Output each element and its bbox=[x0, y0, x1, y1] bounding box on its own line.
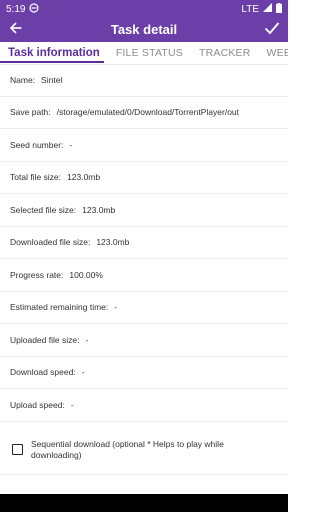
info-row-save-path: Save path: /storage/emulated/0/Download/… bbox=[0, 97, 288, 129]
info-label: Downloaded file size: bbox=[10, 237, 91, 248]
sequential-download-checkbox[interactable] bbox=[12, 444, 23, 455]
info-label: Name: bbox=[10, 74, 36, 85]
app-bar: Task detail bbox=[0, 18, 288, 42]
info-row-uploaded-file-size: Uploaded file size: - bbox=[0, 324, 288, 357]
info-row-estimated-remaining-time: Estimated remaining time: - bbox=[0, 292, 288, 324]
info-value: - bbox=[69, 139, 73, 150]
info-label: Download speed: bbox=[10, 367, 76, 378]
info-value: 123.0mb bbox=[67, 172, 101, 183]
info-value: Sintel bbox=[41, 74, 63, 85]
info-label: Selected file size: bbox=[10, 204, 77, 215]
info-label: Uploaded file size: bbox=[10, 334, 80, 345]
info-row-seed-number: Seed number: - bbox=[0, 129, 288, 162]
system-nav-bar bbox=[0, 494, 288, 512]
info-label: Progress rate: bbox=[10, 269, 64, 280]
screen: 5:19 LTE Task detail Task information FI… bbox=[0, 0, 288, 512]
info-row-upload-speed: Upload speed: - bbox=[0, 389, 288, 422]
sequential-download-label: Sequential download (optional * Helps to… bbox=[31, 438, 224, 460]
info-value: - bbox=[85, 334, 89, 345]
info-value: - bbox=[81, 367, 85, 378]
info-value: 123.0mb bbox=[96, 237, 130, 248]
battery-icon bbox=[276, 2, 282, 16]
sync-icon bbox=[29, 2, 40, 16]
check-icon bbox=[264, 21, 280, 40]
back-button[interactable] bbox=[2, 18, 30, 42]
status-left: 5:19 bbox=[6, 2, 40, 16]
info-row-progress-rate: Progress rate: 100.00% bbox=[0, 259, 288, 292]
status-bar: 5:19 LTE bbox=[0, 0, 288, 18]
info-row-name: Name: Sintel bbox=[0, 64, 288, 97]
info-row-download-speed: Download speed: - bbox=[0, 357, 288, 389]
tab-file-status[interactable]: FILE STATUS bbox=[108, 47, 191, 59]
info-value: 123.0mb bbox=[82, 204, 116, 215]
signal-icon bbox=[263, 3, 272, 15]
tab-indicator bbox=[0, 61, 104, 63]
info-value: 100.00% bbox=[69, 269, 103, 280]
info-label: Seed number: bbox=[10, 139, 64, 150]
info-row-total-file-size: Total file size: 123.0mb bbox=[0, 162, 288, 194]
task-info-list: Name: Sintel Save path: /storage/emulate… bbox=[0, 64, 288, 422]
sequential-download-row[interactable]: Sequential download (optional * Helps to… bbox=[0, 425, 288, 475]
arrow-back-icon bbox=[9, 21, 23, 40]
info-row-downloaded-file-size: Downloaded file size: 123.0mb bbox=[0, 227, 288, 259]
page-title: Task detail bbox=[110, 22, 178, 37]
info-label: Save path: bbox=[10, 107, 51, 118]
info-label: Total file size: bbox=[10, 172, 62, 183]
info-label: Estimated remaining time: bbox=[10, 302, 109, 313]
status-time: 5:19 bbox=[6, 3, 26, 15]
confirm-button[interactable] bbox=[258, 18, 286, 42]
info-value: - bbox=[70, 399, 74, 410]
info-row-selected-file-size: Selected file size: 123.0mb bbox=[0, 194, 288, 227]
tab-webseed[interactable]: WEBSEED bbox=[259, 47, 288, 59]
status-right: LTE bbox=[241, 2, 282, 16]
tab-tracker[interactable]: TRACKER bbox=[191, 47, 259, 59]
info-label: Upload speed: bbox=[10, 399, 65, 410]
info-value: - bbox=[114, 302, 118, 313]
network-label: LTE bbox=[241, 3, 259, 15]
tab-task-information[interactable]: Task information bbox=[0, 47, 108, 59]
info-value: /storage/emulated/0/Download/TorrentPlay… bbox=[56, 107, 240, 118]
